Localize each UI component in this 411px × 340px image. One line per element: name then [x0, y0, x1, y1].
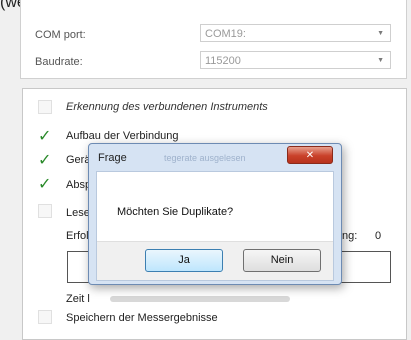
counter-label: ng:	[342, 230, 358, 242]
baudrate-label: Baudrate:	[35, 56, 83, 68]
baudrate-value: 115200	[205, 55, 241, 67]
yes-button[interactable]: Ja	[145, 249, 223, 272]
close-icon: ✕	[305, 150, 315, 161]
com-port-label: COM port:	[35, 29, 86, 41]
com-port-value: COM19:	[205, 28, 246, 40]
chevron-down-icon: ▼	[377, 30, 384, 37]
baudrate-select[interactable]: 115200 ▼	[200, 51, 391, 69]
com-port-select[interactable]: COM19: ▼	[200, 24, 391, 42]
checkmark-icon: ✓	[38, 176, 52, 193]
step-status-empty	[38, 100, 52, 114]
chevron-down-icon: ▼	[377, 57, 384, 64]
no-button[interactable]: Nein	[243, 249, 321, 272]
checkmark-icon: ✓	[38, 152, 52, 169]
checkmark-icon: ✓	[38, 128, 52, 145]
step-recognition-label: Erkennung des verbundenen Instruments	[66, 101, 268, 113]
question-dialog: Frage tegerate ausgelesen ✕ Möchten Sie …	[88, 143, 342, 285]
dialog-body: Möchten Sie Duplikate? Ja Nein	[96, 171, 334, 281]
step-device-label: Gerä	[66, 154, 91, 166]
step-time-label: Zeit l	[66, 293, 90, 305]
close-button[interactable]: ✕	[287, 146, 333, 164]
dialog-button-row: Ja Nein	[97, 241, 333, 280]
counter-value: 0	[375, 230, 382, 242]
step-status-empty	[38, 310, 52, 324]
dialog-title: Frage	[98, 152, 127, 164]
dialog-title-ghost-text: tegerate ausgelesen	[164, 153, 246, 163]
step-save-label: Speichern der Messergebnisse	[66, 312, 218, 324]
step-connection-label: Aufbau der Verbindung	[66, 130, 179, 142]
time-progress-bar	[110, 296, 290, 302]
dialog-message: Möchten Sie Duplikate?	[117, 206, 234, 218]
step-status-empty	[38, 204, 52, 218]
